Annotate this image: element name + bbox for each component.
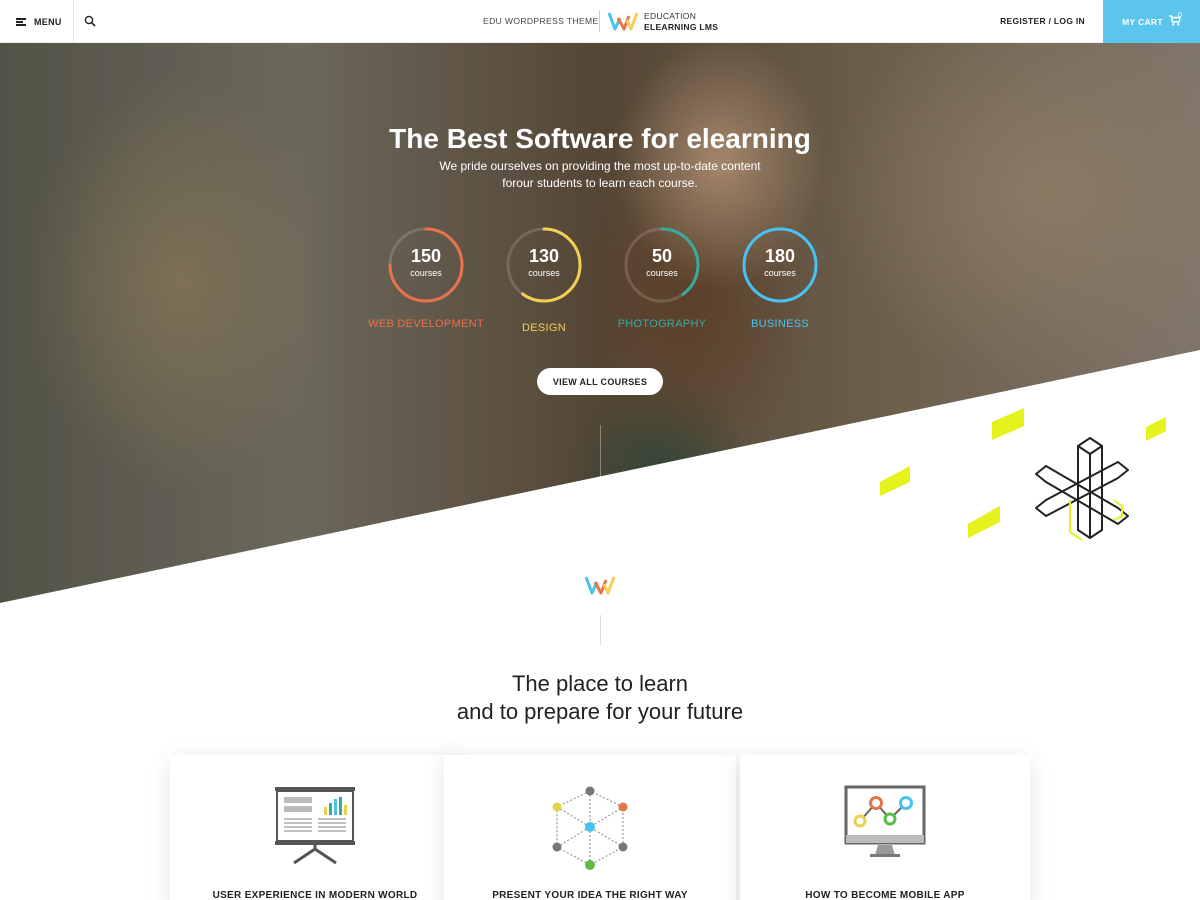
connector-line (600, 615, 601, 645)
monitor-graph-icon (740, 785, 1030, 865)
view-all-courses-button[interactable]: VIEW ALL COURSES (537, 368, 663, 395)
center-logo-icon (584, 574, 616, 601)
register-login-link[interactable]: REGISTER / LOG IN (1000, 16, 1085, 26)
stat-category: DESIGN (522, 322, 566, 334)
brand-divider (599, 10, 600, 32)
menu-label: MENU (34, 16, 62, 27)
hamburger-icon (16, 17, 26, 26)
card-title: PRESENT YOUR IDEA THE RIGHT WAY (492, 890, 688, 900)
section-title-line-2: and to prepare for your future (456, 699, 744, 724)
card-title: USER EXPERIENCE IN MODERN WORLD (212, 890, 418, 900)
brand-name[interactable]: EDUCATION ELEARNING LMS (644, 11, 718, 33)
hero-subtitle: We pride ourselves on providing the most… (0, 158, 1200, 192)
stat-unit: courses (646, 268, 678, 278)
cart-count: 0 (1177, 10, 1182, 19)
progress-ring: 50 courses (623, 226, 701, 304)
stat-unit: courses (764, 268, 796, 278)
card-title: HOW TO BECOME MOBILE APP (805, 890, 965, 900)
stat-category: WEB DEVELOPMENT (368, 318, 484, 330)
stat-business[interactable]: 180 courses BUSINESS (720, 226, 840, 330)
network-cube-icon (444, 785, 736, 871)
stat-category: PHOTOGRAPHY (617, 318, 707, 330)
stat-unit: courses (528, 268, 560, 278)
cart-button[interactable]: MY CART 0 (1103, 0, 1200, 43)
stat-photography[interactable]: 50 courses PHOTOGRAPHY (602, 226, 722, 330)
feature-card-mobile[interactable]: HOW TO BECOME MOBILE APP (740, 755, 1030, 900)
stat-value: 150 (410, 246, 442, 266)
stat-value: 180 (764, 246, 796, 266)
decorative-shapes-icon (880, 408, 1166, 541)
brand-line-2: ELEARNING LMS (644, 22, 719, 32)
stat-category: BUSINESS (750, 318, 810, 330)
hero-subtitle-line-2: forour students to learn each course. (502, 176, 698, 190)
progress-ring: 150 courses (387, 226, 465, 304)
section-title: The place to learn and to prepare for yo… (0, 670, 1200, 726)
hero-subtitle-line-1: We pride ourselves on providing the most… (439, 159, 761, 173)
cart-label: MY CART (1122, 16, 1163, 27)
brand-line-1: EDUCATION (644, 11, 697, 21)
feature-card-ux[interactable]: USER EXPERIENCE IN MODERN WORLD (170, 755, 460, 900)
section-title-line-1: The place to learn (511, 671, 689, 696)
connector-line (600, 425, 601, 553)
hero-title: The Best Software for elearning (389, 123, 811, 154)
stat-design[interactable]: 130 courses DESIGN (484, 226, 604, 334)
presentation-chart-icon (170, 785, 460, 865)
feature-card-present[interactable]: PRESENT YOUR IDEA THE RIGHT WAY (444, 755, 736, 900)
top-header: MENU EDU WORDPRESS THEME EDUCATION ELEAR… (0, 0, 1200, 43)
progress-ring: 130 courses (505, 226, 583, 304)
brand-logo-icon[interactable] (607, 10, 639, 37)
stat-value: 130 (528, 246, 560, 266)
search-icon[interactable] (84, 14, 98, 28)
stat-value: 50 (651, 246, 673, 266)
brand-tagline: EDU WORDPRESS THEME (483, 16, 599, 26)
stat-unit: courses (410, 268, 442, 278)
menu-button[interactable]: MENU (0, 0, 74, 43)
stat-web-development[interactable]: 150 courses WEB DEVELOPMENT (366, 226, 486, 330)
progress-ring: 180 courses (741, 226, 819, 304)
